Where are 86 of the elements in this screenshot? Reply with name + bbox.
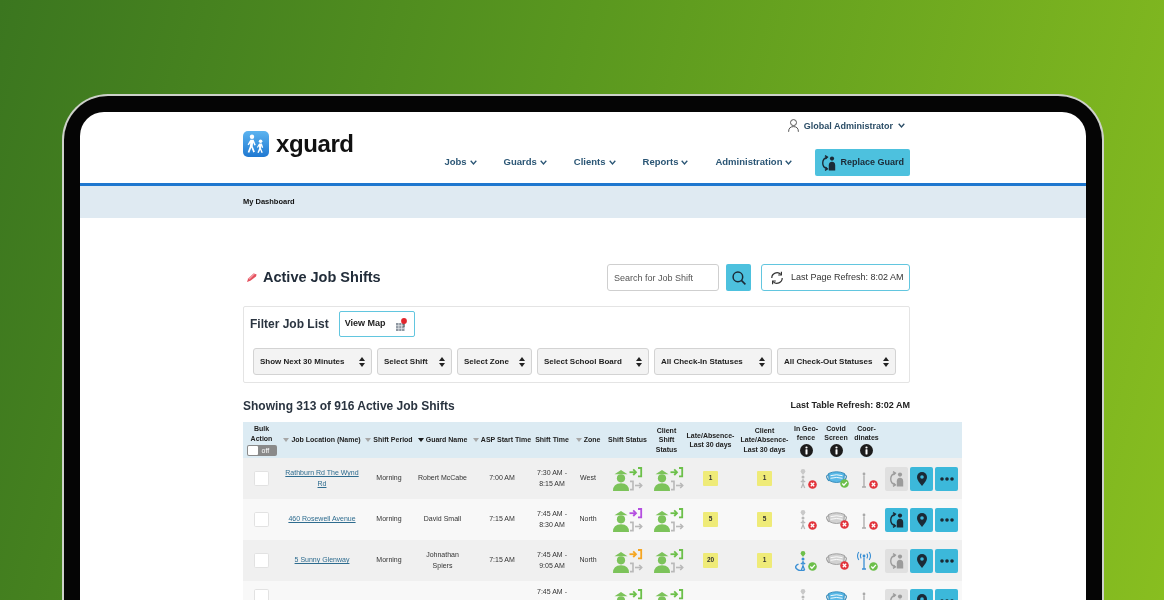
up-down-arrows-icon	[519, 356, 525, 367]
map-pin-icon	[916, 471, 927, 486]
search-field[interactable]: Search for Job Shift	[607, 264, 719, 291]
nav-link[interactable]: Reports	[642, 155, 689, 170]
sort-icon	[283, 438, 290, 443]
map-pin-icon	[395, 317, 407, 331]
results-count: Showing 313 of 916 Active Job Shifts	[243, 398, 455, 415]
filter-dropdown[interactable]: Select School Board	[537, 348, 649, 375]
guard-icon	[654, 551, 670, 573]
chevron-down-icon	[469, 160, 477, 165]
filter-dropdown[interactable]: All Check-In Statuses	[654, 348, 772, 375]
up-down-arrows-icon	[883, 356, 889, 367]
filter-title: Filter Job List	[250, 316, 329, 333]
up-down-arrows-icon	[759, 356, 765, 367]
filter-dropdown[interactable]: Show Next 30 Minutes	[253, 348, 372, 375]
search-button[interactable]	[726, 264, 751, 291]
cross-icon	[868, 479, 878, 489]
logo-text: xguard	[276, 131, 354, 157]
swap-person-icon	[889, 470, 904, 487]
cross-icon	[840, 561, 849, 570]
cross-icon	[808, 479, 817, 489]
replace-guard-button[interactable]: Replace Guard	[815, 149, 910, 176]
nav-link[interactable]: Guards	[503, 155, 547, 170]
location-button[interactable]	[910, 466, 933, 491]
row-checkbox[interactable]	[254, 589, 269, 600]
chevron-down-icon	[785, 160, 793, 165]
filter-dropdown[interactable]: All Check-Out Statuses	[777, 348, 896, 375]
user-icon	[787, 119, 799, 132]
nav-link[interactable]: Jobs	[444, 155, 477, 170]
map-pin-icon	[916, 512, 927, 527]
user-menu[interactable]: Global Administrator	[787, 119, 910, 132]
check-icon	[868, 561, 878, 571]
search-icon	[731, 270, 746, 285]
logo-icon	[243, 131, 269, 157]
up-down-arrows-icon	[359, 356, 365, 367]
sort-icon	[472, 438, 479, 443]
chevron-down-icon	[608, 160, 616, 165]
ellipsis-icon	[939, 517, 954, 522]
guard-icon	[613, 510, 629, 532]
row-checkbox[interactable]	[254, 553, 269, 568]
cross-icon	[840, 520, 849, 529]
check-icon	[808, 561, 817, 571]
location-button[interactable]	[910, 507, 933, 532]
up-down-arrows-icon	[439, 356, 445, 367]
chevron-down-icon	[681, 160, 689, 165]
more-button[interactable]	[935, 466, 958, 491]
guard-icon	[654, 469, 670, 491]
ellipsis-icon	[939, 476, 954, 481]
row-checkbox[interactable]	[254, 471, 269, 486]
nav-link[interactable]: Administration	[715, 155, 793, 170]
info-icon	[829, 443, 843, 457]
guard-icon	[655, 592, 669, 600]
swap-person-icon	[889, 511, 904, 528]
guard-icon	[613, 551, 629, 573]
table-refresh-time: Last Table Refresh: 8:02 AM	[790, 399, 910, 413]
filter-dropdown[interactable]: Select Shift	[377, 348, 452, 375]
sort-icon	[417, 438, 424, 443]
guard-icon	[654, 510, 670, 532]
cross-icon	[808, 520, 817, 530]
up-down-arrows-icon	[636, 356, 642, 367]
page-title: Active Job Shifts	[263, 268, 381, 287]
nav-link[interactable]: Clients	[573, 155, 616, 170]
ellipsis-icon	[939, 558, 954, 563]
more-button[interactable]	[935, 548, 958, 573]
swap-person-icon	[821, 154, 837, 171]
more-button[interactable]	[935, 507, 958, 532]
cross-icon	[868, 520, 878, 530]
chevron-down-icon	[898, 123, 905, 128]
refresh-button[interactable]: Last Page Refresh: 8:02 AM	[761, 264, 910, 291]
info-icon	[799, 443, 813, 457]
replace-guard-button[interactable]	[885, 507, 908, 532]
pencil-icon	[247, 273, 257, 282]
sort-icon	[365, 438, 372, 443]
filter-dropdown[interactable]: Select Zone	[457, 348, 532, 375]
check-icon	[840, 479, 849, 488]
chevron-down-icon	[539, 160, 547, 165]
info-icon	[860, 443, 873, 457]
refresh-icon	[770, 270, 784, 285]
location-button[interactable]	[910, 548, 933, 573]
sort-icon	[575, 438, 582, 443]
swap-person-icon	[889, 552, 904, 569]
guard-icon	[614, 592, 628, 600]
row-checkbox[interactable]	[254, 512, 269, 527]
guard-icon	[613, 469, 629, 491]
map-pin-icon	[916, 553, 927, 568]
view-map-button[interactable]: View Map	[338, 311, 415, 337]
